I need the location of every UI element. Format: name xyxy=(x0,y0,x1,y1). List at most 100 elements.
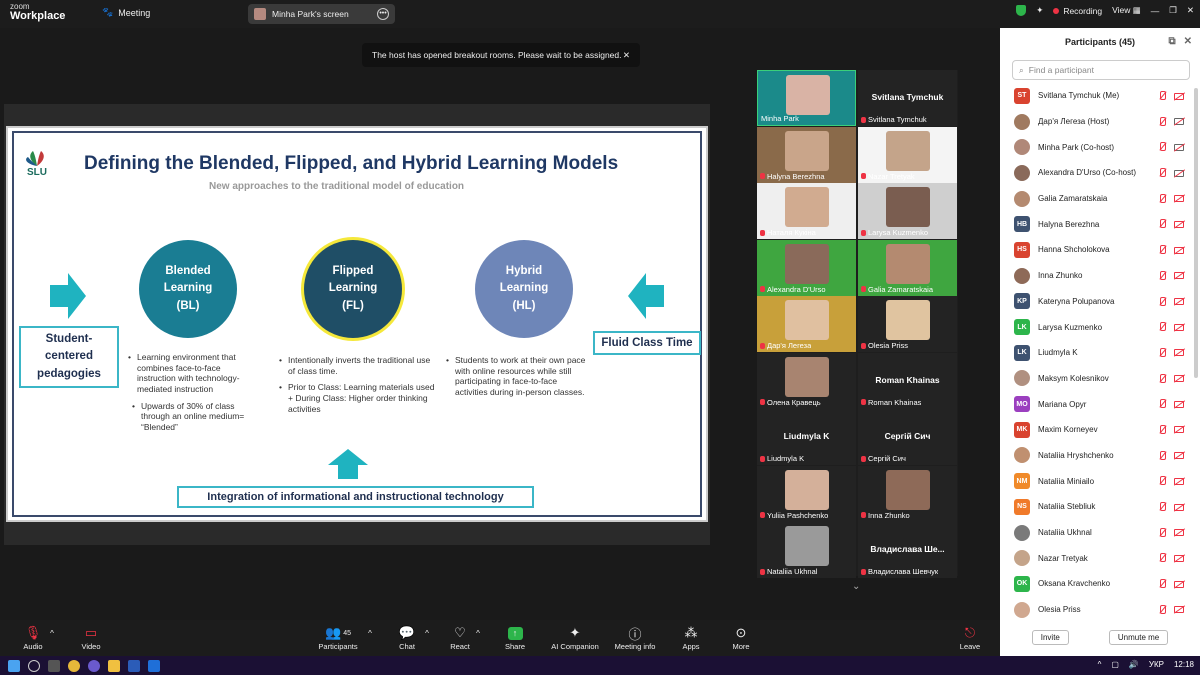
video-tile[interactable]: Halyna Berezhna xyxy=(757,126,856,183)
video-tile[interactable]: Olesia Priss xyxy=(858,296,957,352)
search-input[interactable]: ⌕ Find a participant xyxy=(1012,60,1190,80)
apps-button[interactable]: ⁂ Apps xyxy=(677,624,705,651)
chat-button[interactable]: 💬 Chat xyxy=(393,624,421,651)
chevron-down-icon[interactable]: ⌄ xyxy=(852,581,860,592)
shared-screen-pill[interactable]: Minha Park's screen ••• xyxy=(248,4,395,24)
participant-row[interactable]: Maksym Kolesnikov xyxy=(1000,366,1192,392)
tile-big-name: Владислава Ше... xyxy=(870,544,945,554)
search-icon: ⌕ xyxy=(1019,64,1024,75)
participant-row[interactable]: Minha Park (Co-host) xyxy=(1000,134,1192,160)
video-tile[interactable]: Наталя Кукіна xyxy=(757,183,856,239)
meeting-tab[interactable]: 🐾 Meeting xyxy=(102,7,150,18)
participant-row[interactable]: Nazar Tretyak xyxy=(1000,545,1192,571)
avatar xyxy=(1014,550,1030,567)
mic-off-icon xyxy=(1158,476,1166,486)
viber-icon[interactable] xyxy=(88,659,100,672)
participant-row[interactable]: MO Mariana Opyr xyxy=(1000,391,1192,417)
video-tile[interactable]: Alexandra D'Urso xyxy=(757,239,856,296)
invite-button[interactable]: Invite xyxy=(1031,630,1069,645)
audio-button[interactable]: 🎙 Audio xyxy=(18,624,48,651)
more-icon[interactable]: ••• xyxy=(377,8,389,20)
scrollbar[interactable] xyxy=(1194,88,1198,378)
circle-line: (FL) xyxy=(342,299,364,312)
ai-companion-button[interactable]: ✦ AI Companion xyxy=(548,624,602,651)
video-off-icon xyxy=(1174,426,1184,434)
sparkle-icon[interactable]: ✦ xyxy=(1036,5,1043,16)
participant-row[interactable]: MK Maxim Korneyev xyxy=(1000,417,1192,443)
tile-name-text: Halyna Berezhna xyxy=(767,171,825,181)
video-tile[interactable]: Дар'я Легеза xyxy=(757,296,856,352)
video-tile[interactable]: Minha Park xyxy=(757,70,856,126)
avatar xyxy=(1014,267,1030,284)
participant-row[interactable]: Galia Zamaratskaia xyxy=(1000,186,1192,212)
task-view-icon[interactable] xyxy=(48,659,60,672)
participant-row[interactable]: Olesia Priss xyxy=(1000,597,1192,623)
unmute-me-button[interactable]: Unmute me xyxy=(1108,630,1169,645)
participant-row[interactable]: KP Kateryna Polupanova xyxy=(1000,289,1192,315)
video-off-icon xyxy=(1174,272,1184,280)
participant-row[interactable]: HB Halyna Berezhna xyxy=(1000,211,1192,237)
explorer-icon[interactable] xyxy=(108,659,120,672)
participant-row[interactable]: NM Nataliia Miniailo xyxy=(1000,468,1192,494)
participant-row[interactable]: ST Svitlana Tymchuk (Me) xyxy=(1000,83,1192,109)
participant-row[interactable]: Nataliia Ukhnal xyxy=(1000,520,1192,546)
network-icon[interactable]: ▢ xyxy=(1111,660,1119,669)
video-tile[interactable]: Владислава Ше... Владислава Шевчук xyxy=(858,522,957,578)
speaker-icon[interactable]: 🔊 xyxy=(1129,660,1139,669)
video-button[interactable]: ▭ Video xyxy=(76,624,106,651)
participant-row[interactable]: LK Larysa Kuzmenko xyxy=(1000,314,1192,340)
react-button[interactable]: ♡ React xyxy=(446,624,474,651)
recording-indicator[interactable]: Recording xyxy=(1053,6,1102,16)
mic-off-icon xyxy=(861,286,866,292)
share-button[interactable]: ↑ Share xyxy=(501,624,529,651)
video-tile[interactable]: Inna Zhunko xyxy=(858,465,957,522)
video-tile[interactable]: Yuliia Pashchenko xyxy=(757,465,856,522)
video-tile[interactable]: Galia Zamaratskaia xyxy=(858,239,957,296)
clock[interactable]: 12:18 xyxy=(1174,660,1194,669)
video-tile[interactable]: Larysa Kuzmenko xyxy=(858,183,957,239)
meeting-info-button[interactable]: ⓘ Meeting info xyxy=(611,624,659,652)
leave-button[interactable]: ⎋ Leave xyxy=(955,624,985,651)
close-icon[interactable]: ✕ xyxy=(1187,5,1194,16)
shield-icon[interactable] xyxy=(1016,5,1027,16)
close-icon[interactable]: ✕ xyxy=(1184,36,1192,47)
participant-row[interactable]: LK Liudmyla K xyxy=(1000,340,1192,366)
participant-row[interactable]: NS Nataliia Stebliuk xyxy=(1000,494,1192,520)
chrome-icon[interactable] xyxy=(68,659,80,672)
word-icon[interactable] xyxy=(128,659,140,672)
view-button[interactable]: View ▦ xyxy=(1112,5,1141,16)
language-indicator[interactable]: УКР xyxy=(1149,660,1164,669)
video-tile[interactable]: Nataliia Ukhnal xyxy=(757,522,856,578)
more-button[interactable]: ⊙ More xyxy=(727,624,755,651)
participants-button[interactable]: 👥 45 Participants xyxy=(315,624,361,651)
video-tile[interactable]: Svitlana Tymchuk Svitlana Tymchuk xyxy=(858,70,957,126)
video-tile[interactable]: Олена Кравець xyxy=(757,352,856,409)
react-chevron[interactable]: ^ xyxy=(472,624,484,642)
video-off-icon xyxy=(1174,323,1184,331)
toast-close-icon[interactable]: ✕ xyxy=(623,50,630,61)
tile-name: Minha Park xyxy=(761,114,799,123)
windows-start-icon[interactable] xyxy=(8,659,20,672)
zoom-logo: zoom Workplace xyxy=(10,3,65,22)
mic-off-icon xyxy=(760,173,765,179)
video-tile[interactable]: Roman Khainas Roman Khainas xyxy=(858,352,957,409)
chat-chevron[interactable]: ^ xyxy=(421,624,433,642)
video-tile[interactable]: Liudmyla K Liudmyla K xyxy=(757,409,856,465)
audio-options-chevron[interactable]: ^ xyxy=(46,624,58,642)
mic-off-icon xyxy=(861,342,866,349)
participant-row[interactable]: Nataliia Hryshchenko xyxy=(1000,443,1192,469)
participant-row[interactable]: Alexandra D'Urso (Co-host) xyxy=(1000,160,1192,186)
search-icon[interactable] xyxy=(28,659,40,672)
participant-row[interactable]: OK Oksana Kravchenko xyxy=(1000,571,1192,597)
popout-icon[interactable]: ⧉ xyxy=(1168,36,1175,47)
video-tile[interactable]: Nazar Tretyak xyxy=(858,126,957,183)
participant-row[interactable]: HS Hanna Shcholokova xyxy=(1000,237,1192,263)
video-tile[interactable]: Сергій Сич Сергій Сич xyxy=(858,409,957,465)
restore-icon[interactable]: ❐ xyxy=(1169,5,1177,16)
participant-row[interactable]: Inna Zhunko xyxy=(1000,263,1192,289)
participants-chevron[interactable]: ^ xyxy=(364,624,376,642)
chevron-up-icon[interactable]: ^ xyxy=(1098,660,1102,669)
zoom-taskbar-icon[interactable] xyxy=(148,659,160,672)
participant-row[interactable]: Дар'я Легеза (Host) xyxy=(1000,109,1192,135)
minimize-icon[interactable]: — xyxy=(1151,6,1160,16)
